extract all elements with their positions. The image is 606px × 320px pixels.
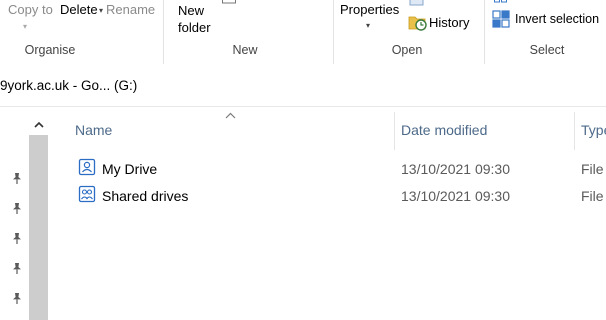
history-icon <box>408 16 427 31</box>
organise-group-label: Organise <box>24 43 76 57</box>
new-folder-label-line2: folder <box>178 20 211 35</box>
invert-selection-icon <box>492 10 510 28</box>
shared-drive-folder-icon <box>78 185 96 203</box>
file-name: Shared drives <box>102 188 189 204</box>
list-item[interactable]: My Drive 13/10/2021 09:30 File <box>70 156 606 180</box>
properties-label: Properties <box>340 2 400 17</box>
pin-icon[interactable] <box>10 262 24 276</box>
copy-to-label: Copy to <box>8 2 53 17</box>
pin-icon[interactable] <box>10 202 24 216</box>
rename-label: Rename <box>106 2 156 17</box>
column-divider[interactable] <box>574 112 575 150</box>
drive-folder-icon <box>78 158 96 176</box>
ribbon-divider <box>163 0 164 64</box>
pin-icon[interactable] <box>10 172 24 186</box>
ribbon-divider <box>333 0 334 64</box>
address-bar[interactable]: 9york.ac.uk - Go... (G:) <box>0 64 606 107</box>
new-folder-label-line1: New <box>178 3 205 18</box>
new-item-icon[interactable] <box>222 0 236 4</box>
chevron-down-icon: ▾ <box>23 22 28 31</box>
delete-button[interactable]: Delete <box>60 2 98 17</box>
list-item[interactable]: Shared drives 13/10/2021 09:30 File <box>70 183 606 207</box>
file-date-modified: 13/10/2021 09:30 <box>401 161 510 177</box>
address-path: 9york.ac.uk - Go... (G:) <box>0 78 138 93</box>
rename-button[interactable]: Rename <box>106 2 155 17</box>
chevron-up-icon <box>33 121 44 128</box>
invert-selection-button[interactable]: Invert selection <box>492 10 599 28</box>
sort-ascending-icon <box>225 112 236 119</box>
ribbon-divider <box>484 0 485 64</box>
chevron-down-icon: ▾ <box>99 6 104 15</box>
chevron-down-icon: ▾ <box>366 21 371 30</box>
column-header-type[interactable]: Type <box>581 122 606 138</box>
file-date-modified: 13/10/2021 09:30 <box>401 188 510 204</box>
copy-to-button[interactable]: Copy to <box>8 2 53 17</box>
column-header-name[interactable]: Name <box>75 122 112 138</box>
ribbon: Copy to ▾ Delete ▾ Rename Organise New f… <box>0 0 606 65</box>
new-folder-button[interactable]: New folder <box>178 2 211 36</box>
column-divider[interactable] <box>394 112 395 150</box>
scroll-up-button[interactable] <box>29 114 48 134</box>
history-button[interactable]: History <box>408 12 469 32</box>
scrollbar-thumb[interactable] <box>29 135 48 320</box>
file-name: My Drive <box>102 161 158 177</box>
open-icon[interactable] <box>409 0 425 6</box>
invert-selection-label: Invert selection <box>515 12 600 26</box>
pin-icon[interactable] <box>10 232 24 246</box>
select-none-icon[interactable] <box>494 0 508 4</box>
history-label: History <box>429 14 470 30</box>
select-group-label: Select <box>529 43 565 57</box>
pin-icon[interactable] <box>10 292 24 306</box>
new-group-label: New <box>232 43 258 57</box>
properties-button[interactable]: Properties <box>340 2 399 17</box>
delete-label: Delete <box>60 2 98 17</box>
file-type: File <box>581 161 604 177</box>
open-group-label: Open <box>391 43 423 57</box>
file-type: File <box>581 188 604 204</box>
column-header-date-modified[interactable]: Date modified <box>401 122 487 138</box>
